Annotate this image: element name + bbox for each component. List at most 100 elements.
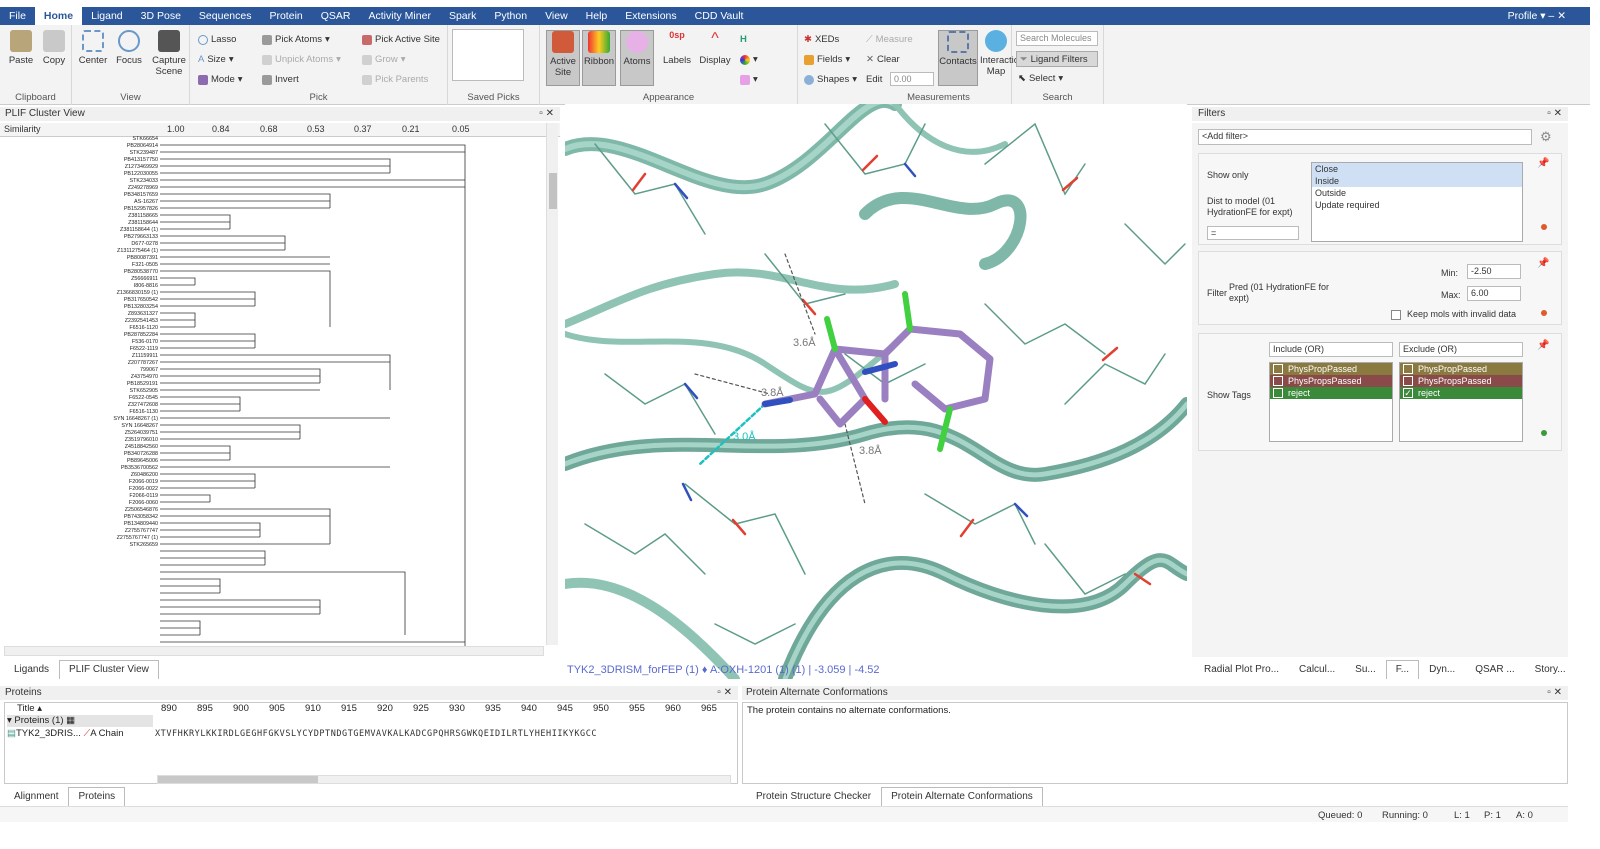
exclude-tag-row[interactable]: ✓ reject [1400,387,1522,399]
color-button[interactable]: ▾ [740,54,758,65]
include-select[interactable]: Include (OR) [1269,342,1393,357]
include-tag-row[interactable]: reject [1270,387,1392,399]
tab-qsar[interactable]: QSAR ... [1465,660,1524,679]
active-site-button[interactable]: Active Site [546,30,580,86]
include-tag-row[interactable]: PhysPropsPassed [1270,375,1392,387]
hydrogen-toggle[interactable]: H [740,34,747,45]
dendrogram-leaf[interactable]: Z2392541453 [60,318,158,325]
dendrogram-leaf[interactable]: Z2755767747 [60,528,158,535]
dendrogram-leaf[interactable]: Z3519796010 [60,437,158,444]
clear-button[interactable]: ✕ Clear [866,54,900,65]
sequence-scroll-thumb[interactable] [158,776,318,783]
menu-qsar[interactable]: QSAR [312,7,360,25]
tag-checkbox[interactable] [1273,388,1283,398]
center-button[interactable]: Center [76,30,110,66]
dendrogram-leaf[interactable]: PB280538770 [60,269,158,276]
dendrogram-leaf[interactable]: Z5264039751 [60,430,158,437]
show-only-list[interactable]: Close Inside Outside Update required [1311,162,1523,242]
fields-button[interactable]: Fields ▾ [804,54,850,65]
tab-plif-cluster-view[interactable]: PLIF Cluster View [59,660,159,679]
dendrogram-leaf[interactable]: F6516-1120 [60,325,158,332]
menu-activity-miner[interactable]: Activity Miner [360,7,440,25]
dendrogram-leaf[interactable]: Z2755767747 (1) [60,535,158,542]
include-tags-list[interactable]: PhysPropPassed PhysPropsPassed reject [1269,362,1393,442]
dendrogram-leaf[interactable]: Z381158665 [60,213,158,220]
dendrogram-leaf[interactable]: PB80087391 [60,255,158,262]
dendrogram-leaf[interactable]: Z60486200 [60,472,158,479]
tab-dynamics[interactable]: Dyn... [1419,660,1465,679]
dendrogram-leaf[interactable]: Z1366830159 (1) [60,290,158,297]
plif-close-icon[interactable]: ▫ ✕ [539,107,554,121]
pick-active-site-button[interactable]: Pick Active Site [362,34,440,45]
dendrogram-leaf[interactable]: Z4518842560 [60,444,158,451]
sequence-hscrollbar[interactable] [157,775,731,784]
menu-spark[interactable]: Spark [440,7,485,25]
dendrogram-leaf[interactable]: PB134809440 [60,521,158,528]
grow-button[interactable]: Grow ▾ [362,54,405,65]
tag-checkbox[interactable] [1273,364,1283,374]
dendrogram-leaf[interactable]: AS-16267 [60,199,158,206]
dendrogram-leaf[interactable]: F6522-0545 [60,395,158,402]
dendrogram-leaf[interactable]: Z56666911 [60,276,158,283]
mode-button[interactable]: Mode ▾ [198,74,243,85]
menu-ligand[interactable]: Ligand [82,7,132,25]
ribbon-button[interactable]: Ribbon [582,30,616,86]
dendrogram-leaf[interactable]: PB28064914 [60,143,158,150]
dendrogram-leaf[interactable]: SYN 16648267 (1) [60,416,158,423]
plif-hscrollbar[interactable] [4,646,544,656]
dendrogram-leaf[interactable]: STK66654 [60,136,158,143]
menu-home[interactable]: Home [34,7,83,25]
protein-sequence[interactable]: XTVFHKRYLKKIRDLGEGHFGKVSLYCYDPTNDGTGEMVA… [155,729,597,739]
dendrogram-leaf[interactable]: F2066-0022 [60,486,158,493]
3d-viewer[interactable]: 3.6Å 3.8Å 3.0Å 3.8Å TYK2_3DRISM_forFEP (… [565,104,1187,679]
proteins-close-icon[interactable]: ▫ ✕ [717,686,732,700]
dendrogram-leaf[interactable]: Z1273469929 [60,164,158,171]
add-filter-select[interactable]: <Add filter> [1198,129,1532,145]
pin-icon[interactable]: 📌 [1537,258,1549,269]
tab-radial-plot[interactable]: Radial Plot Pro... [1194,660,1289,679]
list-item[interactable]: Outside [1312,187,1522,199]
list-item[interactable]: Inside [1312,175,1522,187]
pick-atoms-button[interactable]: Pick Atoms ▾ [262,34,330,45]
dendrogram-leaf[interactable]: PB287852284 [60,332,158,339]
menu-extensions[interactable]: Extensions [616,7,685,25]
dendrogram-leaf[interactable]: STK234033 [60,178,158,185]
dendrogram-leaf[interactable]: PB89645006 [60,458,158,465]
exclude-tag-row[interactable]: PhysPropsPassed [1400,375,1522,387]
protein-group-row[interactable]: ▾ Proteins (1) ▦ [7,715,153,727]
copy-button[interactable]: Copy [37,30,71,66]
dendrogram-leaf[interactable]: Z893631327 [60,311,158,318]
dendrogram-leaf[interactable]: Z1311275464 (1) [60,248,158,255]
dendrogram-leaf[interactable]: F6522-1119 [60,346,158,353]
dendrogram-leaf[interactable]: STK652905 [60,388,158,395]
atoms-button[interactable]: Atoms [620,30,654,86]
invert-button[interactable]: Invert [262,74,299,85]
dendrogram-leaf[interactable]: F2066-0060 [60,500,158,507]
dendrogram-leaf[interactable]: PB122030055 [60,171,158,178]
dendrogram-leaf[interactable]: D677-0278 [60,241,158,248]
tag-checkbox[interactable] [1273,376,1283,386]
unpick-atoms-button[interactable]: Unpick Atoms ▾ [262,54,341,65]
exclude-select[interactable]: Exclude (OR) [1399,342,1523,357]
dendrogram-leaf[interactable]: PB348157659 [60,192,158,199]
menu-sequences[interactable]: Sequences [190,7,261,25]
tag-checkbox[interactable] [1403,364,1413,374]
tab-protein-structure-checker[interactable]: Protein Structure Checker [746,787,881,806]
pin-icon[interactable]: 📌 [1537,158,1549,169]
dendrogram-panel[interactable]: STK66654 PB28064914 STK239487 PB41315775… [0,123,560,657]
select-button[interactable]: ⬉ Select ▾ [1018,73,1063,84]
measure-button[interactable]: ⟋ Measure [866,34,913,45]
dendrogram-leaf[interactable]: F2066-0119 [60,493,158,500]
display-button[interactable]: ^ Display [698,30,732,66]
filters-close-icon[interactable]: ▫ ✕ [1547,107,1562,121]
dendrogram-leaf[interactable]: PB152957826 [60,206,158,213]
dendrogram-leaf[interactable]: Z381158644 (1) [60,227,158,234]
dendrogram-leaf[interactable]: F2066-0019 [60,479,158,486]
tab-calculations[interactable]: Calcul... [1289,660,1345,679]
exclude-tags-list[interactable]: PhysPropPassed PhysPropsPassed ✓ reject [1399,362,1523,442]
profile-menu[interactable]: Profile ▾ – ✕ [1508,7,1566,25]
labels-button[interactable]: 0sp Labels [660,30,694,66]
tab-story[interactable]: Story... [1525,660,1576,679]
tab-alignment[interactable]: Alignment [4,787,68,806]
menu-cdd-vault[interactable]: CDD Vault [686,7,753,25]
